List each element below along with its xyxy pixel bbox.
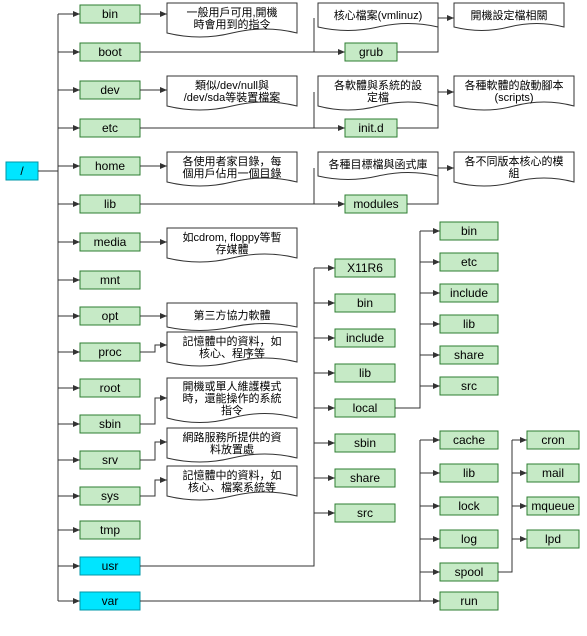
dir-root-label: root <box>100 381 121 395</box>
local-etc: etc <box>461 255 477 269</box>
var-subtree: cache lib lock log spool run <box>420 431 498 610</box>
dir-modules-label: modules <box>353 197 398 211</box>
note-sys-l1: 記憶體中的資料，如 <box>183 468 282 482</box>
note-srv-l2: 料放置處 <box>210 442 254 456</box>
note-proc-l2: 核心、程序等 <box>199 346 265 360</box>
note-sys-l2: 核心、檔案系統等 <box>188 480 276 494</box>
local-bin: bin <box>461 224 477 238</box>
usr-local: local <box>353 401 378 415</box>
local-lib: lib <box>463 317 475 331</box>
spool-mqueue: mqueue <box>531 499 575 513</box>
dir-boot-label: boot <box>98 45 122 59</box>
note-media-l2: 存媒體 <box>216 242 249 256</box>
dir-tmp-label: tmp <box>100 523 120 537</box>
note-home-l2: 個用戶佔用一個目錄 <box>183 166 282 180</box>
usr-sbin: sbin <box>354 436 376 450</box>
note-bin-l2: 時會用到的指令 <box>194 17 271 31</box>
dir-media-label: media <box>94 235 127 249</box>
usr-lib: lib <box>359 366 371 380</box>
note-boot2-text: 開機設定檔相關 <box>471 8 548 22</box>
dir-opt-label: opt <box>102 309 119 323</box>
dir-var-label: var <box>102 594 119 608</box>
dir-usr-label: usr <box>102 559 119 573</box>
local-src: src <box>461 379 477 393</box>
local-subtree: bin etc include lib share src <box>420 222 498 408</box>
dir-dev-label: dev <box>100 83 119 97</box>
var-lock: lock <box>458 499 480 513</box>
note-sbin-l3: 指令 <box>221 403 243 417</box>
var-log: log <box>461 532 477 546</box>
spool-mail: mail <box>542 466 564 480</box>
dir-bin-label: bin <box>102 7 118 21</box>
note-sbin-l1: 開機或單人維護模式 <box>183 379 282 393</box>
dir-lib-label: lib <box>104 197 116 211</box>
dir-grub-label: grub <box>359 45 383 59</box>
usr-src: src <box>357 506 373 520</box>
spool-lpd: lpd <box>545 532 561 546</box>
spool-cron: cron <box>541 433 564 447</box>
note-bin-l1: 一般用戶可用,開機 <box>186 5 277 19</box>
dir-etc-label: etc <box>102 121 118 135</box>
spool-subtree: cron mail mqueue lpd <box>512 431 579 572</box>
note-proc-l1: 記憶體中的資料，如 <box>183 334 282 348</box>
note-lib-text: 各種目標檔與函式庫 <box>329 157 428 171</box>
note-etc-l2: 定檔 <box>367 90 389 104</box>
dir-mnt-label: mnt <box>100 273 121 287</box>
usr-x11r6: X11R6 <box>347 261 383 275</box>
note-vmlinuz-text: 核心檔案(vmlinuz) <box>334 8 423 22</box>
note-home-l1: 各使用者家目錄，每 <box>183 154 282 168</box>
note-modules-l1: 各不同版本核心的模 <box>465 154 564 168</box>
note-scripts-l2: (scripts) <box>494 92 533 104</box>
note-sbin-l2: 時，還能操作的系統 <box>183 391 282 405</box>
usr-share: share <box>350 471 380 485</box>
note-modules-l2: 組 <box>509 167 520 180</box>
note-scripts-l1: 各種軟體的啟動腳本 <box>465 78 564 92</box>
note-dev-l1: 類似/dev/null與 <box>195 78 269 92</box>
dir-sys-label: sys <box>101 489 119 503</box>
var-spool: spool <box>455 565 484 579</box>
usr-include: include <box>346 331 384 345</box>
dir-proc-label: proc <box>98 345 121 359</box>
usr-bin: bin <box>357 296 373 310</box>
var-lib: lib <box>463 466 475 480</box>
var-run: run <box>460 594 477 608</box>
note-dev-l2: /dev/sda等裝置檔案 <box>184 90 281 104</box>
note-etc-l1: 各軟體與系統的設 <box>334 78 422 92</box>
note-media-l1: 如cdrom, floppy等暫 <box>182 230 281 244</box>
var-cache: cache <box>453 433 485 447</box>
dir-srv-label: srv <box>102 453 118 467</box>
dir-initd-label: init.d <box>358 121 383 135</box>
local-include: include <box>450 286 488 300</box>
usr-subtree: X11R6 bin include lib local sbin share s… <box>314 259 395 522</box>
dir-home-label: home <box>95 159 125 173</box>
dir-sbin-label: sbin <box>99 417 121 431</box>
note-srv-l1: 網路服務所提供的資 <box>183 430 282 444</box>
local-share: share <box>454 348 484 362</box>
note-opt-text: 第三方協力軟體 <box>194 308 271 322</box>
